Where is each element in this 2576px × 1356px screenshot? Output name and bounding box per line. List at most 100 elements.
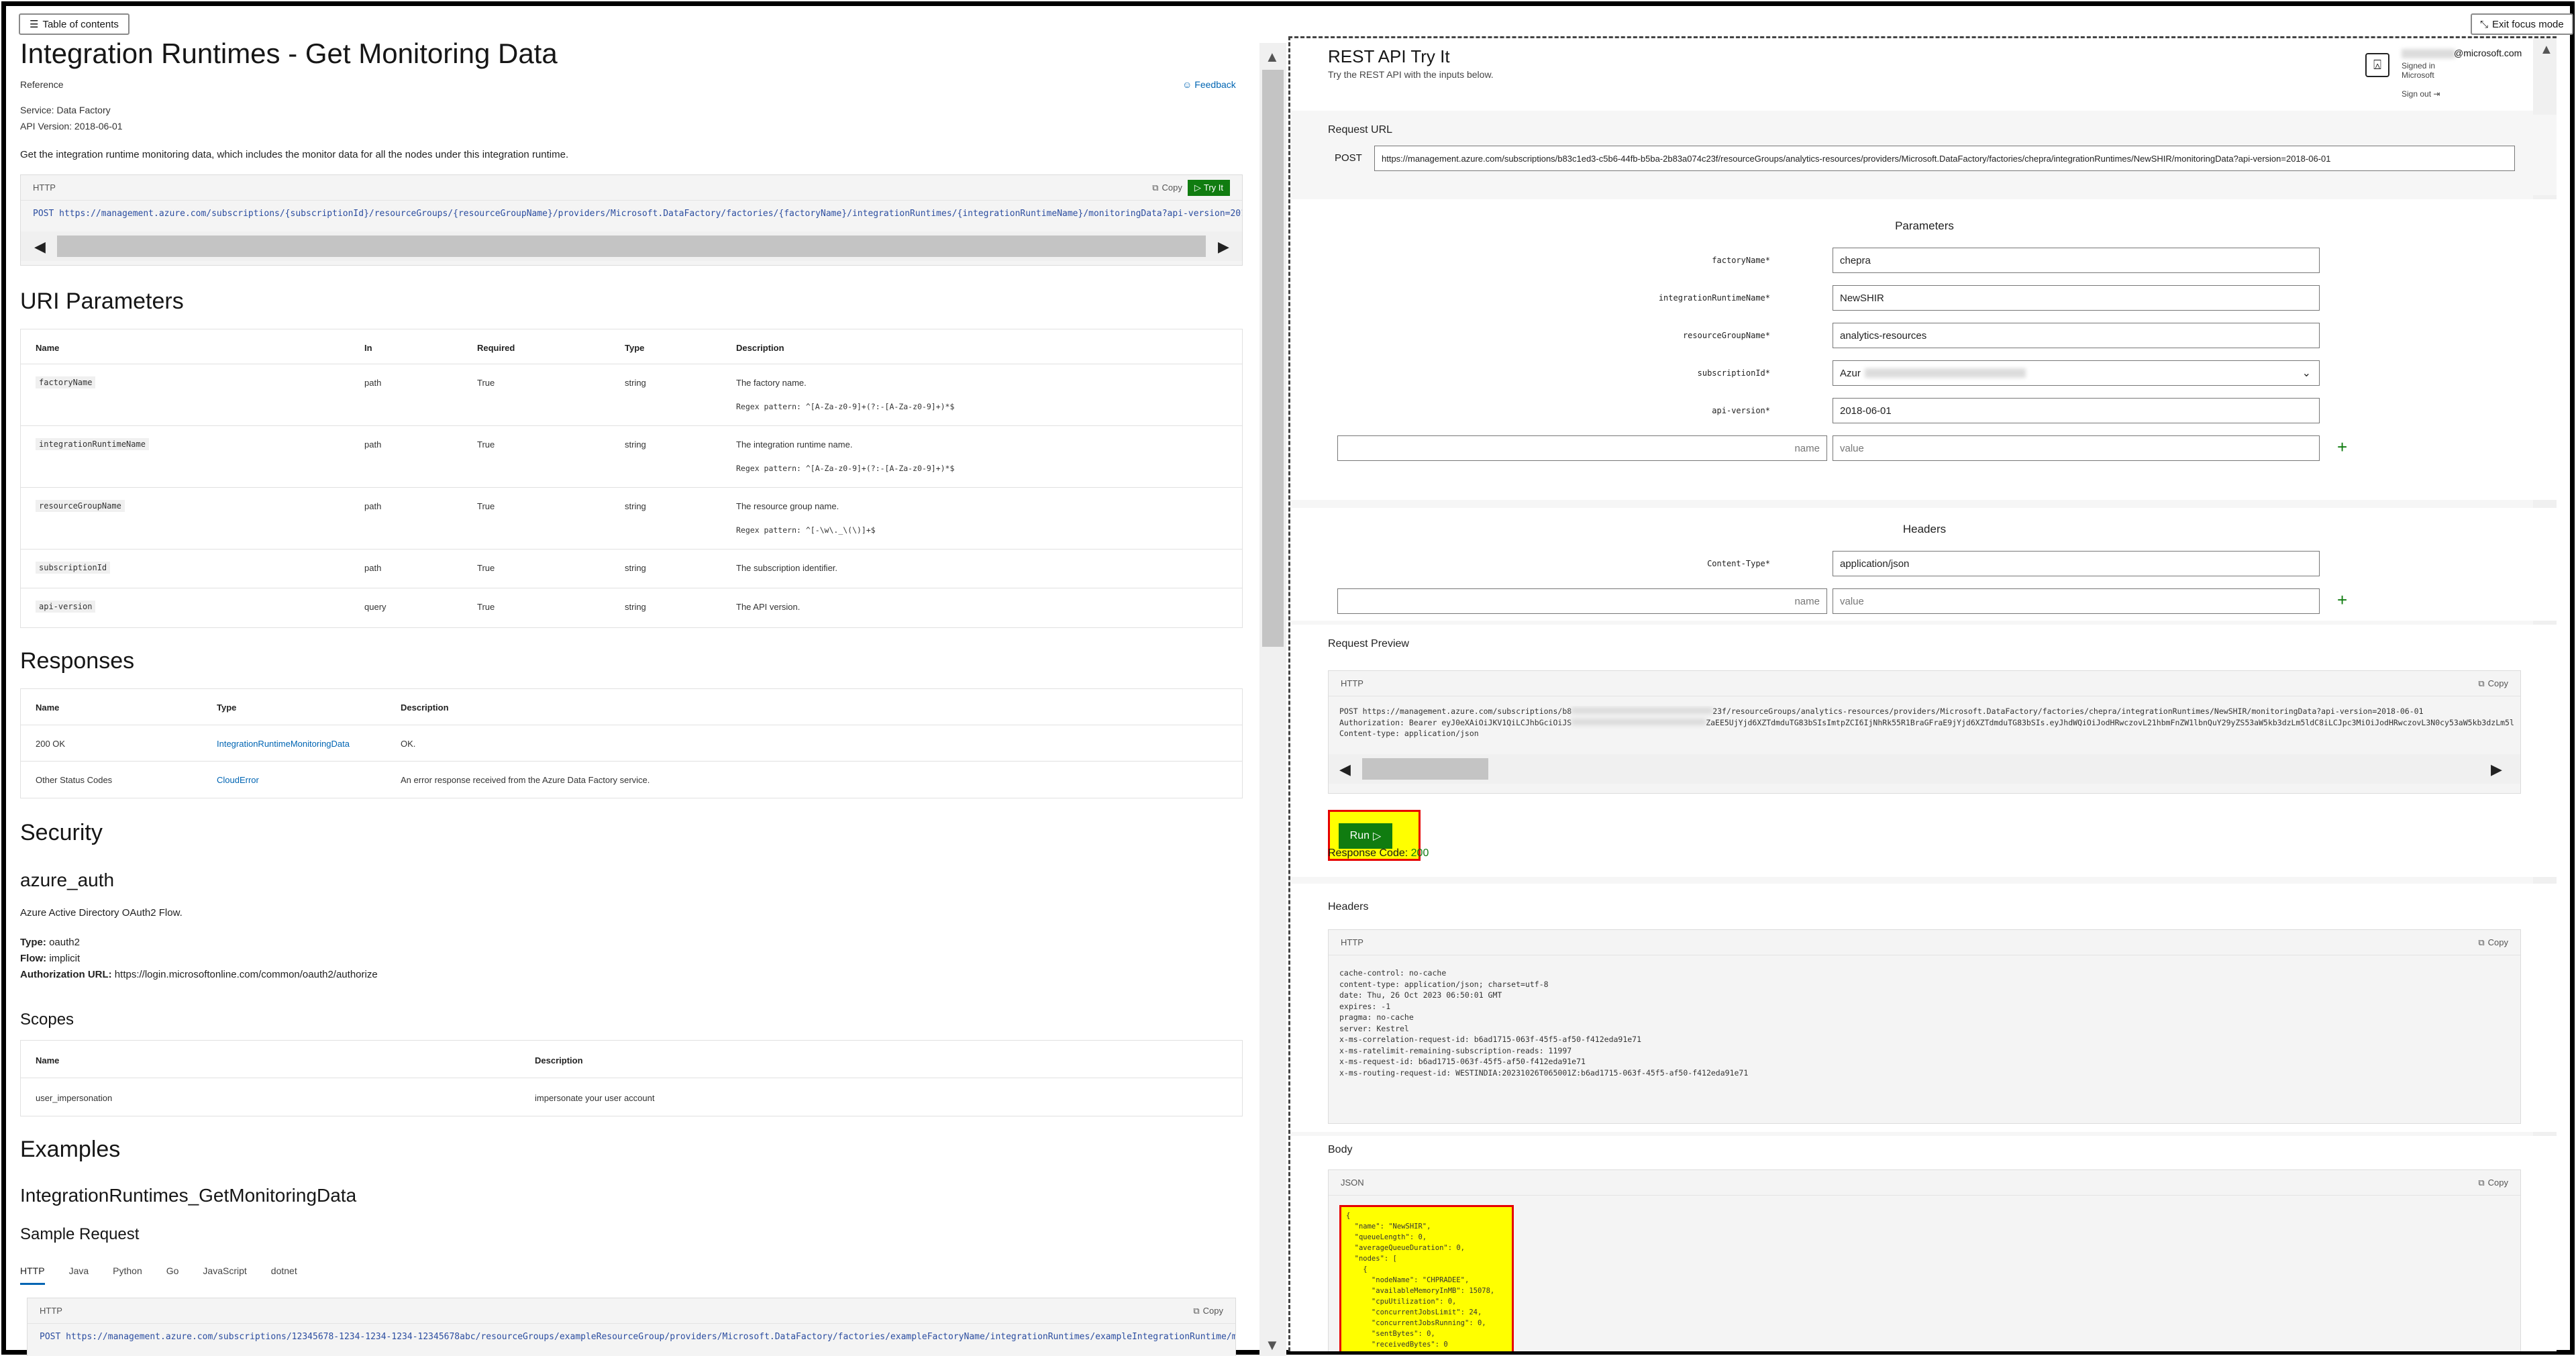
http-request-codebox: HTTP ⧉ Copy ▷ Try It POST https://manageme… <box>20 174 1243 266</box>
headers-section: Headers Content-Type* application/json n… <box>1290 508 2557 621</box>
security-heading: Security <box>20 820 103 845</box>
api-version-label: API Version: 2018-06-01 <box>20 121 123 132</box>
response-headers-text: cache-control: no-cache content-type: ap… <box>1339 968 1749 1078</box>
response-headers-label: Headers <box>1328 901 1369 912</box>
try-it-title: REST API Try It <box>1328 46 1450 66</box>
table-row: resourceGroupName path True string The r… <box>21 488 1242 550</box>
response-body-section: Body JSON ⧉ Copy { "name": "NewSHIR", "qu… <box>1290 1136 2557 1351</box>
add-parameter-icon[interactable]: + <box>2337 437 2347 458</box>
tab-go[interactable]: Go <box>166 1265 179 1285</box>
tab-http[interactable]: HTTP <box>20 1265 45 1285</box>
language-tabs: HTTP Java Python Go JavaScript dotnet <box>20 1265 297 1285</box>
copy-icon: ⧉ <box>1152 182 1159 193</box>
copy-icon: ⧉ <box>2478 1177 2485 1188</box>
param-value-input[interactable]: value <box>1833 435 2320 461</box>
monitoring-data-link[interactable]: IntegrationRuntimeMonitoringData <box>217 739 350 749</box>
copy-button[interactable]: ⧉ Copy <box>1152 182 1182 193</box>
try-it-header: REST API Try It Try the REST API with th… <box>1290 38 2557 111</box>
feedback-icon: ☺ <box>1182 79 1192 90</box>
horizontal-scrollbar[interactable]: ◀ ▶ <box>1329 754 2520 784</box>
parameters-heading: Parameters <box>1895 219 1954 232</box>
scroll-right-icon[interactable]: ▶ <box>1218 238 1229 256</box>
toc-icon: ☰ <box>30 19 39 30</box>
api-version-input[interactable]: 2018-06-01 <box>1833 398 2320 423</box>
feedback-link[interactable]: ☺ Feedback <box>1182 79 1236 90</box>
copy-icon: ⧉ <box>1193 1305 1200 1316</box>
intro-text: Get the integration runtime monitoring d… <box>20 149 569 160</box>
request-url-label: Request URL <box>1328 124 1393 136</box>
reference-label: Reference <box>20 79 64 90</box>
run-button[interactable]: Run ▷ <box>1339 823 1392 849</box>
docs-pane: ☰ Table of contents Integration Runtimes… <box>0 0 1261 1356</box>
tab-python[interactable]: Python <box>113 1265 142 1285</box>
table-row: user_impersonation impersonate your user… <box>36 1093 655 1103</box>
http-label: HTTP <box>40 1306 62 1316</box>
request-preview-codebox: HTTP ⧉ Copy POST https://management.azure… <box>1328 670 2521 794</box>
scroll-up-icon[interactable]: ▲ <box>1265 48 1280 66</box>
scroll-left-icon[interactable]: ◀ <box>1339 761 1351 778</box>
table-header-row: Name Description <box>21 1041 1242 1078</box>
tab-dotnet[interactable]: dotnet <box>271 1265 297 1285</box>
request-line: POST https://management.azure.com/subscr… <box>33 209 1242 219</box>
horizontal-scrollbar[interactable]: ◀ ▶ <box>21 231 1242 261</box>
factory-name-input[interactable]: chepra <box>1833 248 2320 273</box>
signed-in-label: Signed in <box>2402 61 2436 70</box>
auth-flow: Flow: implicit <box>20 953 81 964</box>
copy-icon: ⧉ <box>2478 937 2485 947</box>
table-row: api-version query True string The API ve… <box>21 588 1242 627</box>
account-icon: ⍓ <box>2365 53 2389 77</box>
org-label: Microsoft <box>2402 70 2434 80</box>
content-type-input[interactable]: application/json <box>1833 551 2320 576</box>
tab-javascript[interactable]: JavaScript <box>203 1265 246 1285</box>
integration-runtime-name-input[interactable]: NewSHIR <box>1833 285 2320 311</box>
try-it-pane: REST API Try It Try the REST API with th… <box>1288 36 2557 1351</box>
cloud-error-link[interactable]: CloudError <box>217 775 259 785</box>
responses-heading: Responses <box>20 648 135 674</box>
copy-button[interactable]: ⧉ Copy <box>2478 937 2508 948</box>
scroll-up-icon[interactable]: ▲ <box>2540 42 2553 58</box>
exit-icon: ⤡ <box>2480 18 2489 30</box>
add-header-icon[interactable]: + <box>2337 590 2347 611</box>
page-title: Integration Runtimes - Get Monitoring Da… <box>20 38 558 69</box>
copy-button[interactable]: ⧉ Copy <box>2478 1178 2508 1188</box>
uri-parameters-heading: URI Parameters <box>20 289 184 314</box>
subscription-id-select[interactable]: Azur ⌄ <box>1833 360 2320 386</box>
param-name-input[interactable]: name <box>1337 435 1827 461</box>
request-url-input[interactable]: https://management.azure.com/subscriptio… <box>1374 146 2515 171</box>
http-label: HTTP <box>33 182 56 193</box>
scroll-thumb[interactable] <box>1362 758 1488 780</box>
scopes-table: Name Description user_impersonation impe… <box>20 1040 1243 1116</box>
responses-table: Name Type Description 200 OK Integration… <box>20 688 1243 798</box>
headers-heading: Headers <box>1902 523 1947 535</box>
table-row: Other Status Codes CloudError An error r… <box>36 775 650 785</box>
sign-out-link[interactable]: Sign out ⇥ <box>2402 89 2440 99</box>
scroll-thumb[interactable] <box>1262 70 1284 647</box>
docs-vertical-scrollbar[interactable]: ▲ ▼ <box>1259 43 1286 1356</box>
scroll-down-icon[interactable]: ▼ <box>1265 1337 1280 1354</box>
service-label: Service: Data Factory <box>20 105 111 115</box>
copy-button[interactable]: ⧉ Copy <box>1193 1306 1223 1316</box>
resource-group-name-input[interactable]: analytics-resources <box>1833 323 2320 348</box>
auth-type: Type: oauth2 <box>20 937 80 948</box>
scroll-right-icon[interactable]: ▶ <box>2491 761 2502 778</box>
scroll-thumb[interactable] <box>57 236 1206 257</box>
header-name-input[interactable]: name <box>1337 588 1827 614</box>
try-it-button[interactable]: ▷ Try It <box>1187 179 1230 196</box>
account-email: @microsoft.com <box>2454 48 2522 58</box>
method-label: POST <box>1335 152 1362 164</box>
request-url-section: Request URL POST https://management.azur… <box>1290 115 2557 195</box>
sample-request-heading: Sample Request <box>20 1225 140 1243</box>
sample-request-line: POST https://management.azure.com/subscr… <box>40 1332 1235 1342</box>
response-body-json: { "name": "NewSHIR", "queueLength": 0, "… <box>1346 1212 1495 1349</box>
response-code: Response Code: 200 <box>1328 847 1429 859</box>
uri-parameters-table: Name In Required Type Description factor… <box>20 329 1243 628</box>
table-row: subscriptionId path True string The subs… <box>21 550 1242 588</box>
tab-java[interactable]: Java <box>69 1265 89 1285</box>
copy-button[interactable]: ⧉ Copy <box>2478 678 2508 689</box>
header-value-input[interactable]: value <box>1833 588 2320 614</box>
request-preview-text: POST https://management.azure.com/subscr… <box>1339 707 2514 738</box>
auth-description: Azure Active Directory OAuth2 Flow. <box>20 907 183 919</box>
exit-focus-mode-button[interactable]: ⤡ Exit focus mode <box>2471 13 2573 35</box>
table-of-contents-button[interactable]: ☰ Table of contents <box>19 13 130 35</box>
scroll-left-icon[interactable]: ◀ <box>34 238 46 256</box>
